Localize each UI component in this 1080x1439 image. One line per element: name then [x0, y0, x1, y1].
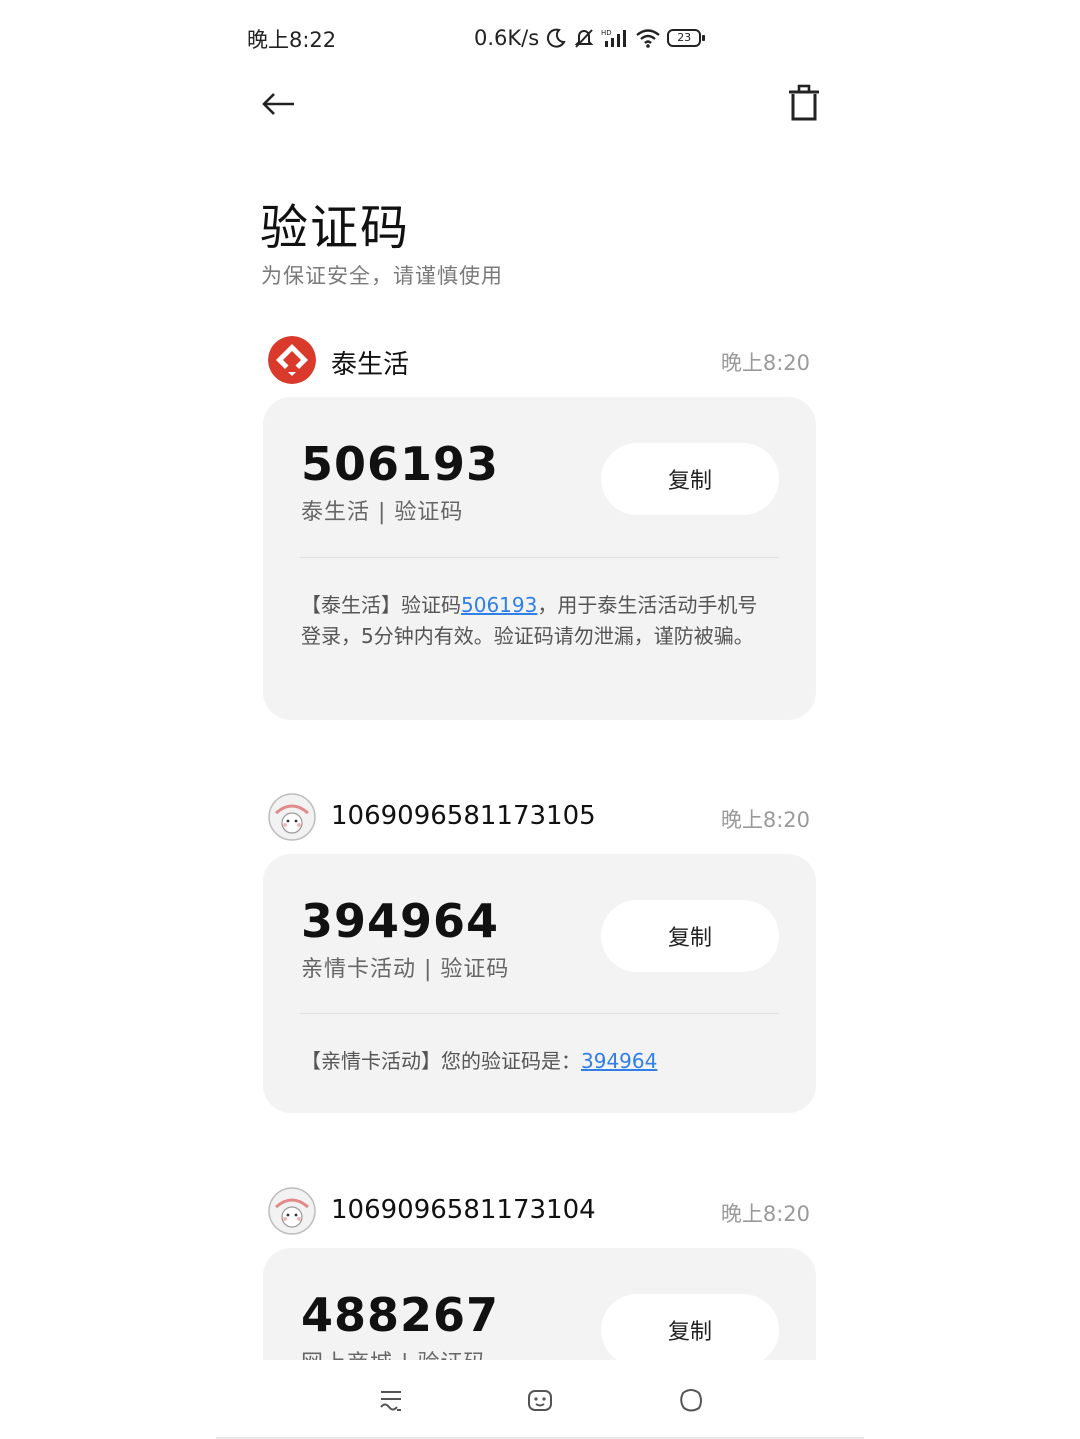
- delete-button[interactable]: [784, 82, 824, 126]
- messages-icon: [380, 1391, 401, 1411]
- message-body: 【亲情卡活动】您的验证码是：394964: [301, 1046, 766, 1077]
- message-code-link[interactable]: 394964: [581, 1049, 657, 1073]
- favorites-icon: [680, 1389, 702, 1412]
- sender-row: 1069096581173104 晚上8:20: [268, 1185, 810, 1237]
- verification-code[interactable]: 488267: [301, 1288, 499, 1342]
- nav-contacts-button[interactable]: [524, 1384, 556, 1416]
- tai-life-logo-icon: [268, 336, 316, 384]
- message-text: 【泰生活】验证码: [301, 593, 461, 617]
- back-arrow-icon: [262, 93, 294, 115]
- wifi-icon: [636, 29, 660, 48]
- screen: 晚上8:22 0.6K/s HD 23 验证码 为保证安全，请谨慎使用 泰生活 …: [216, 0, 864, 1439]
- contacts-icon: [528, 1390, 552, 1411]
- copy-button[interactable]: 复制: [601, 443, 779, 515]
- status-time: 晚上8:22: [247, 28, 337, 52]
- message-body: 【泰生活】验证码506193，用于泰生活活动手机号登录，5分钟内有效。验证码请勿…: [301, 590, 766, 652]
- message-time: 晚上8:20: [720, 1202, 810, 1226]
- message-time: 晚上8:20: [720, 808, 810, 832]
- nav-messages-button[interactable]: [375, 1384, 407, 1416]
- sender-avatar: [268, 1187, 316, 1235]
- sender-name: 1069096581173105: [331, 801, 596, 831]
- cartoon-avatar-icon: [268, 793, 316, 841]
- copy-button[interactable]: 复制: [601, 1294, 779, 1366]
- nav-favorites-button[interactable]: [675, 1384, 707, 1416]
- page-subtitle: 为保证安全，请谨慎使用: [261, 264, 503, 288]
- sender-row: 泰生活 晚上8:20: [268, 334, 810, 386]
- code-card: 394964 亲情卡活动 | 验证码 复制 【亲情卡活动】您的验证码是：3949…: [263, 854, 816, 1113]
- divider: [300, 557, 779, 558]
- sender-name: 1069096581173104: [331, 1195, 596, 1225]
- status-icons: 0.6K/s HD 23: [474, 22, 706, 54]
- code-source-label: 亲情卡活动 | 验证码: [301, 957, 510, 982]
- svg-text:HD: HD: [601, 29, 612, 37]
- code-card: 506193 泰生活 | 验证码 复制 【泰生活】验证码506193，用于泰生活…: [263, 397, 816, 720]
- back-button[interactable]: [258, 84, 298, 124]
- sender-name: 泰生活: [331, 350, 410, 380]
- verification-code[interactable]: 394964: [301, 894, 499, 948]
- cartoon-avatar-icon: [268, 1187, 316, 1235]
- divider: [300, 1013, 779, 1014]
- battery-level: 23: [667, 29, 702, 47]
- message-code-link[interactable]: 506193: [461, 593, 537, 617]
- network-speed: 0.6K/s: [474, 26, 540, 50]
- trash-icon: [789, 84, 819, 121]
- message-text: 【亲情卡活动】您的验证码是：: [301, 1049, 581, 1073]
- sender-avatar: [268, 793, 316, 841]
- copy-button[interactable]: 复制: [601, 900, 779, 972]
- battery-icon: 23: [667, 29, 706, 47]
- signal-icon: HD: [601, 29, 627, 47]
- page-title: 验证码: [260, 200, 411, 256]
- code-source-label: 泰生活 | 验证码: [301, 500, 464, 525]
- moon-icon: [547, 28, 566, 48]
- verification-code[interactable]: 506193: [301, 437, 499, 491]
- sender-row: 1069096581173105 晚上8:20: [268, 791, 810, 843]
- message-time: 晚上8:20: [720, 351, 810, 375]
- mute-bell-icon: [574, 29, 594, 48]
- sender-avatar: [268, 336, 316, 384]
